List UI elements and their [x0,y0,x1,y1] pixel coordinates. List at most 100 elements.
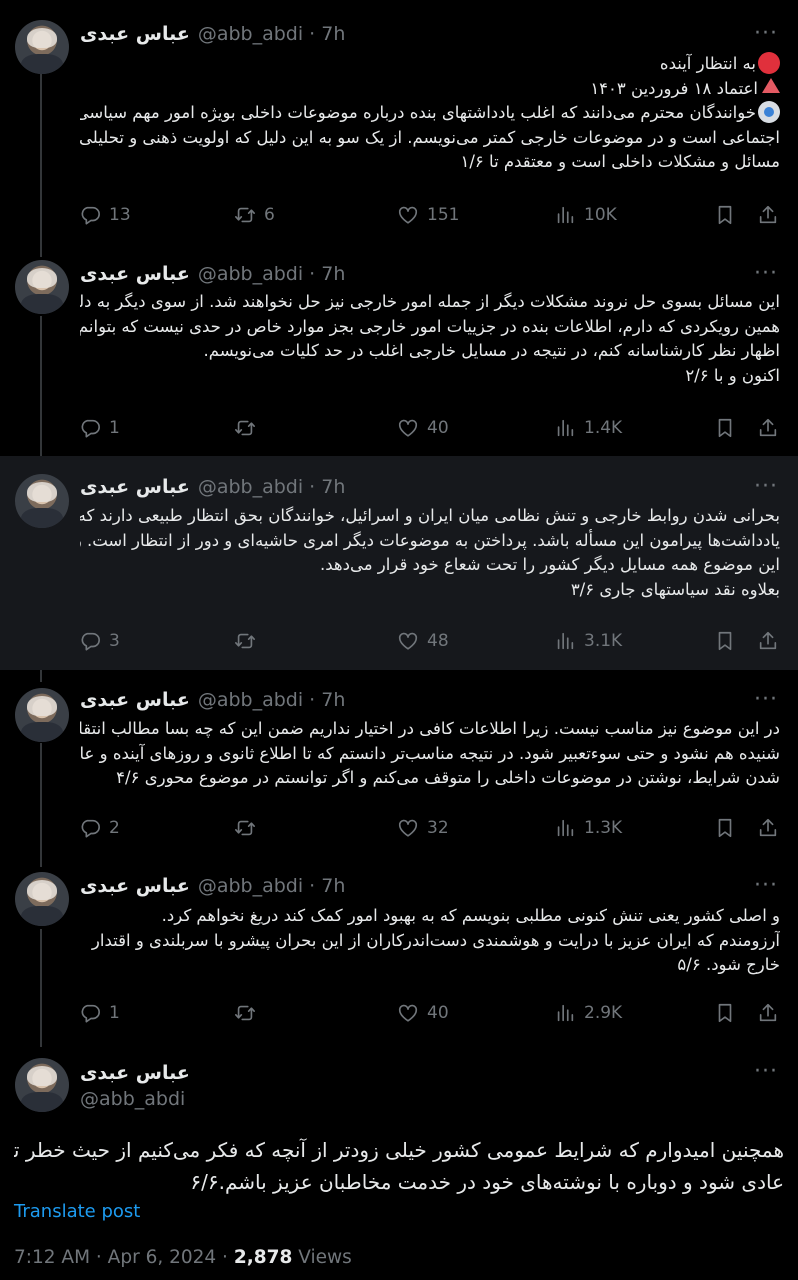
bookmark-icon [714,630,736,652]
tweet-3[interactable]: عباس عبدی @abb_abdi · 7h ··· بحرانی شدن ر… [0,456,798,670]
views-button[interactable]: 10K [554,200,617,230]
author-name[interactable]: عباس عبدی [80,1061,190,1085]
repost-icon [234,630,256,652]
author-handle[interactable]: @abb_abdi · 7h [198,476,346,498]
share-icon [757,817,779,839]
bookmark-button[interactable] [714,413,736,443]
share-icon [757,1002,779,1024]
repost-button[interactable]: 6 [234,200,275,230]
reply-button[interactable]: 1 [79,998,120,1028]
tweet-text: در این موضوع نیز مناسب نیست. زیرا اطلاعا… [80,719,780,787]
bookmark-icon [714,204,736,226]
like-button[interactable]: 40 [397,413,449,443]
repost-icon [234,204,256,226]
avatar[interactable] [15,872,69,926]
tweet-text: و اصلی کشور یعنی تنش کنونی مطلبی بنویسم … [91,906,780,974]
like-button[interactable]: 48 [397,626,449,656]
reply-button[interactable]: 2 [79,813,120,843]
repost-icon [234,817,256,839]
red-circle-emoji [758,52,780,74]
bookmark-button[interactable] [714,998,736,1028]
reply-icon [79,417,101,439]
author-name[interactable]: عباس عبدی [80,689,190,711]
views-icon [554,204,576,226]
more-icon[interactable]: ··· [754,875,778,897]
views-icon [554,1002,576,1024]
reply-button[interactable]: 13 [79,200,131,230]
views-icon [554,817,576,839]
views-button[interactable]: 2.9K [554,998,622,1028]
share-button[interactable] [757,813,779,843]
translate-post-link[interactable]: Translate post [14,1200,140,1224]
bookmark-button[interactable] [714,200,736,230]
views-button[interactable]: 1.4K [554,413,622,443]
avatar[interactable] [15,1058,69,1112]
like-button[interactable]: 151 [397,200,459,230]
author-name[interactable]: عباس عبدی [80,23,190,45]
bookmark-button[interactable] [714,626,736,656]
post-meta: 7:12 AM · Apr 6, 2024 · 2,878 Views [14,1246,352,1270]
repost-icon [234,417,256,439]
timestamp[interactable]: 7:12 AM · Apr 6, 2024 · [14,1247,234,1268]
author-handle[interactable]: @abb_abdi · 7h [198,263,346,285]
more-icon[interactable]: ··· [754,689,778,711]
reply-button[interactable]: 3 [79,626,120,656]
views-button[interactable]: 1.3K [554,813,622,843]
author-handle[interactable]: @abb_abdi · 7h [198,23,346,45]
more-icon[interactable]: ··· [754,263,778,285]
tweet-text: این مسائل بسوی حل نروند مشکلات دیگر از ج… [80,292,780,385]
like-button[interactable]: 40 [397,998,449,1028]
views-button[interactable]: 3.1K [554,626,622,656]
share-button[interactable] [757,626,779,656]
more-icon[interactable]: ··· [754,476,778,498]
red-triangle-emoji [762,77,780,93]
like-icon [397,204,419,226]
repost-button[interactable] [234,813,264,843]
tweet-2[interactable]: عباس عبدی @abb_abdi · 7h ··· این مسائل بس… [0,240,798,456]
author-name[interactable]: عباس عبدی [80,263,190,285]
avatar[interactable] [15,474,69,528]
views-icon [554,417,576,439]
bookmark-icon [714,817,736,839]
tweet-text: به انتظار آینده اعتماد ۱۸ فروردین ۱۴۰۳ خ… [80,52,780,171]
repost-button[interactable] [234,626,264,656]
repost-button[interactable] [234,998,264,1028]
share-icon [757,417,779,439]
tweet-text: بحرانی شدن روابط خارجی و تنش نظامی میان … [80,506,780,599]
like-button[interactable]: 32 [397,813,449,843]
avatar[interactable] [15,688,69,742]
author-handle[interactable]: @abb_abdi · 7h [198,875,346,897]
reply-icon [79,204,101,226]
repost-button[interactable] [234,413,264,443]
tweet-5[interactable]: عباس عبدی @abb_abdi · 7h ··· و اصلی کشور … [0,858,798,1044]
main-tweet-text: همچنین امیدوارم که شرایط عمومی کشور خیلی… [14,1138,784,1194]
like-icon [397,1002,419,1024]
tweet-1[interactable]: عباس عبدی @abb_abdi · 7h ··· به انتظار آی… [0,0,798,240]
avatar[interactable] [15,260,69,314]
more-icon[interactable]: ··· [754,1061,778,1083]
share-icon [757,204,779,226]
like-icon [397,817,419,839]
share-button[interactable] [757,413,779,443]
bookmark-button[interactable] [714,813,736,843]
repost-icon [234,1002,256,1024]
reply-button[interactable]: 1 [79,413,120,443]
author-name[interactable]: عباس عبدی [80,476,190,498]
like-icon [397,630,419,652]
avatar[interactable] [15,20,69,74]
share-icon [757,630,779,652]
bookmark-icon [714,417,736,439]
author-name[interactable]: عباس عبدی [80,875,190,897]
bookmark-icon [714,1002,736,1024]
reply-icon [79,817,101,839]
tweet-4[interactable]: عباس عبدی @abb_abdi · 7h ··· در این موضوع… [0,670,798,858]
views-count: 2,878 [233,1247,293,1268]
reply-icon [79,1002,101,1024]
author-handle[interactable]: @abb_abdi [80,1087,185,1111]
more-icon[interactable]: ··· [754,23,778,45]
like-icon [397,417,419,439]
share-button[interactable] [757,998,779,1028]
share-button[interactable] [757,200,779,230]
author-handle[interactable]: @abb_abdi · 7h [198,689,346,711]
views-label: Views [292,1247,352,1268]
